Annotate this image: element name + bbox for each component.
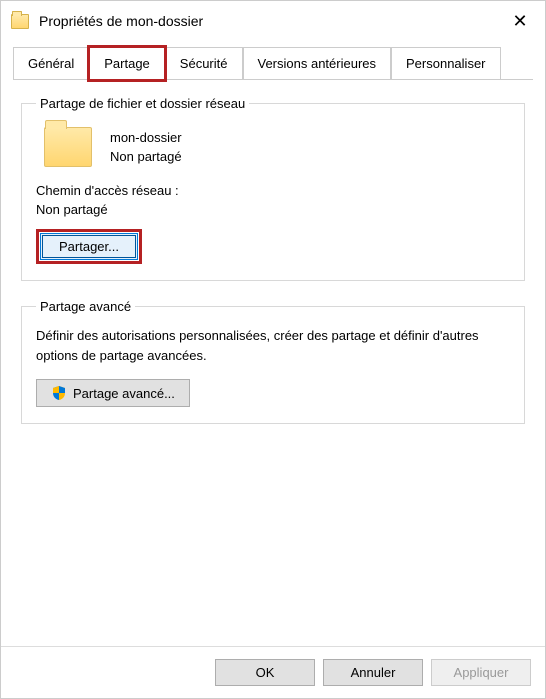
advanced-sharing-group: Partage avancé Définir des autorisations… [21, 299, 525, 424]
window-title: Propriétés de mon-dossier [39, 13, 505, 29]
share-status: Non partagé [110, 147, 182, 167]
tab-personnaliser[interactable]: Personnaliser [391, 47, 501, 79]
tab-partage[interactable]: Partage [89, 47, 165, 80]
network-path-label: Chemin d'accès réseau : [36, 183, 510, 198]
share-button[interactable]: Partager... [40, 233, 138, 260]
share-button-highlight: Partager... [36, 229, 142, 264]
cancel-button[interactable]: Annuler [323, 659, 423, 686]
network-sharing-legend: Partage de fichier et dossier réseau [36, 96, 249, 111]
apply-button: Appliquer [431, 659, 531, 686]
advanced-sharing-description: Définir des autorisations personnalisées… [36, 326, 510, 365]
tab-content: Partage de fichier et dossier réseau mon… [1, 80, 545, 458]
close-icon[interactable]: ✕ [505, 11, 535, 32]
folder-name: mon-dossier [110, 128, 182, 148]
ok-button[interactable]: OK [215, 659, 315, 686]
tab-versions[interactable]: Versions antérieures [243, 47, 392, 79]
advanced-share-button-label: Partage avancé... [73, 386, 175, 401]
dialog-footer: OK Annuler Appliquer [1, 646, 545, 698]
folder-info: mon-dossier Non partagé [110, 128, 182, 167]
titlebar: Propriétés de mon-dossier ✕ [1, 1, 545, 41]
tab-securite[interactable]: Sécurité [165, 47, 243, 79]
folder-row: mon-dossier Non partagé [36, 127, 510, 167]
advanced-share-button[interactable]: Partage avancé... [36, 379, 190, 407]
network-path-value: Non partagé [36, 202, 510, 217]
tabstrip: Général Partage Sécurité Versions antéri… [13, 47, 533, 80]
network-sharing-group: Partage de fichier et dossier réseau mon… [21, 96, 525, 281]
tab-general[interactable]: Général [13, 47, 89, 79]
shield-icon [51, 385, 67, 401]
folder-icon-large [44, 127, 92, 167]
folder-icon [11, 14, 29, 29]
advanced-sharing-legend: Partage avancé [36, 299, 135, 314]
